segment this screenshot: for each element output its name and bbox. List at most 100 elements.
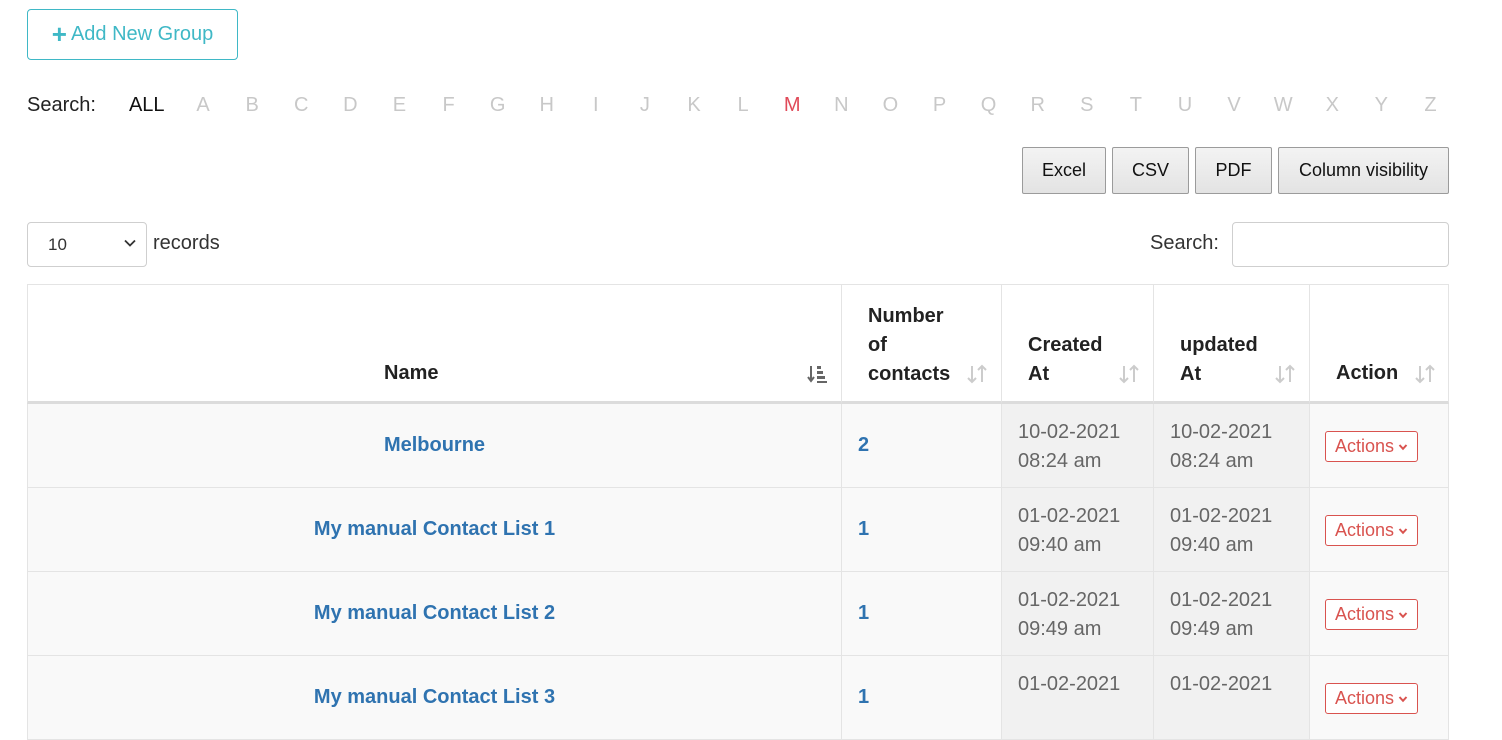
alphabet-letter-p[interactable]: P [915,94,964,117]
actions-dropdown-button[interactable]: Actions [1325,683,1418,714]
table-row-action-cell: Actions [1310,488,1449,572]
actions-dropdown-button[interactable]: Actions [1325,515,1418,546]
table-row-created-cell: 10-02-2021 08:24 am [1002,404,1154,488]
pdf-button[interactable]: PDF [1195,147,1272,194]
records-per-page-value: 10 [48,234,67,254]
alphabet-letter-k[interactable]: K [669,94,718,117]
created-time: 08:24 am [1018,450,1102,472]
csv-button[interactable]: CSV [1112,147,1189,194]
actions-label: Actions [1334,604,1395,624]
table-row-action-cell: Actions [1310,404,1449,488]
alphabet-letter-b[interactable]: B [228,94,277,117]
header-contacts-line3: contacts [868,363,951,385]
table-row-name-cell: My manual Contact List 2 [27,572,842,656]
alphabet-filter: Search: ALL ABCDEFGHIJKLMNOPQRSTUVWXYZ [27,90,1455,120]
table-row-contacts-cell: 2 [842,404,1002,488]
table-row-updated-cell: 01-02-2021 09:40 am [1154,488,1310,572]
header-created-line2: At [1028,363,1050,385]
plus-icon: + [51,18,67,49]
created-date: 10-02-2021 [1018,421,1121,443]
header-created-at[interactable]: Created At [1002,284,1154,404]
alphabet-letter-c[interactable]: C [277,94,326,117]
created-time: 09:40 am [1018,534,1102,556]
actions-label: Actions [1334,688,1395,708]
contacts-count-link[interactable]: 2 [858,434,869,457]
alphabet-letter-v[interactable]: V [1210,94,1259,117]
table-search-label: Search: [1150,232,1219,254]
alphabet-letter-f[interactable]: F [424,94,473,117]
table-row-created-cell: 01-02-2021 09:40 am [1002,488,1154,572]
table-row-name-cell: My manual Contact List 3 [27,656,842,740]
group-name-link[interactable]: My manual Contact List 2 [28,602,841,625]
sort-both-icon [967,364,987,384]
excel-button[interactable]: Excel [1022,147,1106,194]
alphabet-letter-u[interactable]: U [1160,94,1209,117]
alphabet-letter-j[interactable]: J [620,94,669,117]
alphabet-letter-h[interactable]: H [522,94,571,117]
alphabet-letter-y[interactable]: Y [1357,94,1406,117]
alphabet-letter-n[interactable]: N [817,94,866,117]
updated-date: 01-02-2021 [1170,673,1273,695]
alphabet-letter-d[interactable]: D [326,94,375,117]
updated-date: 01-02-2021 [1170,505,1273,527]
alphabet-letter-l[interactable]: L [719,94,768,117]
alphabet-letter-w[interactable]: W [1259,94,1308,117]
table-row-contacts-cell: 1 [842,488,1002,572]
alphabet-all[interactable]: ALL [129,94,165,117]
actions-label: Actions [1334,436,1395,456]
alphabet-letter-q[interactable]: Q [964,94,1013,117]
alphabet-letter-r[interactable]: R [1013,94,1062,117]
table-row-created-cell: 01-02-2021 [1002,656,1154,740]
header-updated-line2: At [1180,363,1202,385]
header-updated-line1: updated [1180,334,1258,356]
created-time: 09:49 am [1018,618,1102,640]
alphabet-letter-e[interactable]: E [375,94,424,117]
actions-dropdown-button[interactable]: Actions [1325,431,1418,462]
updated-datetime: 10-02-2021 08:24 am [1170,418,1272,476]
header-name-label: Name [384,362,439,384]
created-datetime: 01-02-2021 09:40 am [1018,502,1120,560]
chevron-down-icon [1398,527,1408,534]
header-contacts-line1: Number [868,305,944,327]
table-row-name-cell: My manual Contact List 1 [27,488,842,572]
header-number-of-contacts[interactable]: Number of contacts [842,284,1002,404]
alphabet-letter-x[interactable]: X [1308,94,1357,117]
updated-date: 10-02-2021 [1170,421,1273,443]
alphabet-letter-a[interactable]: A [179,94,228,117]
contacts-count-link[interactable]: 1 [858,518,869,541]
alphabet-letter-s[interactable]: S [1062,94,1111,117]
sort-both-icon [1119,364,1139,384]
records-per-page-select[interactable]: 10 [27,222,147,267]
add-new-group-button[interactable]: + Add New Group [27,9,238,60]
created-datetime: 01-02-2021 [1018,670,1120,699]
chevron-down-icon [124,239,136,247]
table-search-input[interactable] [1232,222,1449,267]
header-updated-at[interactable]: updated At [1154,284,1310,404]
updated-date: 01-02-2021 [1170,589,1273,611]
contacts-count-link[interactable]: 1 [858,686,869,709]
alphabet-letter-i[interactable]: I [571,94,620,117]
alphabet-letter-z[interactable]: Z [1406,94,1455,117]
alphabet-letter-g[interactable]: G [473,94,522,117]
alphabet-letter-t[interactable]: T [1111,94,1160,117]
updated-datetime: 01-02-2021 09:40 am [1170,502,1272,560]
table-row-action-cell: Actions [1310,572,1449,656]
groups-table: Name Number of contacts Created At updat… [27,284,1449,740]
sort-both-icon [1415,364,1435,384]
alphabet-letter-m[interactable]: M [768,94,817,117]
table-row-action-cell: Actions [1310,656,1449,740]
column-visibility-button[interactable]: Column visibility [1278,147,1449,194]
table-row-updated-cell: 10-02-2021 08:24 am [1154,404,1310,488]
group-name-link[interactable]: My manual Contact List 1 [28,518,841,541]
updated-datetime: 01-02-2021 09:49 am [1170,586,1272,644]
table-row-created-cell: 01-02-2021 09:49 am [1002,572,1154,656]
records-label: records [153,232,220,254]
group-name-link[interactable]: My manual Contact List 3 [28,686,841,709]
header-name[interactable]: Name [27,284,842,404]
alphabet-letter-o[interactable]: O [866,94,915,117]
group-name-link[interactable]: Melbourne [28,434,841,457]
contacts-count-link[interactable]: 1 [858,602,869,625]
updated-time: 09:49 am [1170,618,1254,640]
header-action[interactable]: Action [1310,284,1449,404]
actions-dropdown-button[interactable]: Actions [1325,599,1418,630]
